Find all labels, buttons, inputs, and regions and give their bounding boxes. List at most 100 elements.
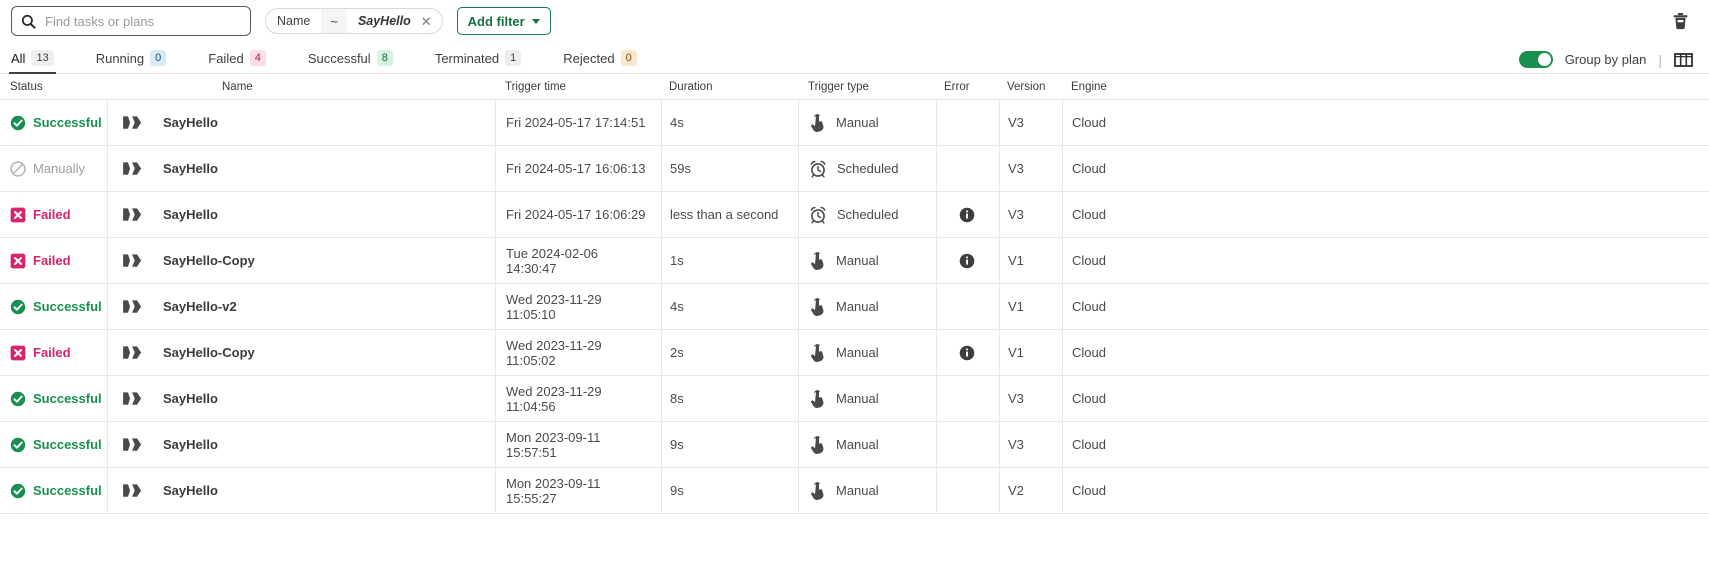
cell-trigger-type: Manual: [798, 376, 936, 421]
tab-successful[interactable]: Successful 8: [308, 50, 393, 73]
task-name-label[interactable]: SayHello: [163, 483, 218, 498]
hand-pointer-icon: [809, 251, 826, 270]
task-name-label[interactable]: SayHello-Copy: [163, 345, 255, 360]
table-row[interactable]: Successful SayHello-v2 Wed 2023-11-29 11:0…: [0, 284, 1709, 330]
search-icon: [21, 14, 36, 29]
add-filter-button[interactable]: Add filter: [456, 7, 551, 35]
trash-icon[interactable]: [1667, 8, 1693, 34]
task-name-label[interactable]: SayHello: [163, 161, 218, 176]
table-row[interactable]: Successful SayHello Mon 2023-09-11 15:55:2…: [0, 468, 1709, 514]
cell-trigger-type: Scheduled: [798, 192, 936, 237]
tab-count-badge: 13: [31, 50, 54, 66]
cell-trigger-time: Wed 2023-11-29 11:04:56: [495, 376, 661, 421]
table-row[interactable]: Manually SayHello Fri 2024-05-17 16:06:13 5…: [0, 146, 1709, 192]
column-header-trigger-time[interactable]: Trigger time: [495, 74, 661, 99]
trigger-type-label: Manual: [836, 437, 879, 452]
status-label: Successful: [33, 483, 102, 498]
table-row[interactable]: Successful SayHello Mon 2023-09-11 15:57:5…: [0, 422, 1709, 468]
column-header-name[interactable]: Name: [107, 74, 495, 99]
column-header-trigger-type[interactable]: Trigger type: [798, 74, 936, 99]
cell-trigger-time: Mon 2023-09-11 15:57:51: [495, 422, 661, 467]
tab-terminated[interactable]: Terminated 1: [435, 50, 522, 73]
cell-trigger-type: Manual: [798, 284, 936, 329]
tab-failed[interactable]: Failed 4: [208, 50, 266, 73]
group-by-plan-label: Group by plan: [1564, 52, 1647, 67]
task-icon: [123, 299, 142, 314]
cell-error[interactable]: [936, 238, 999, 283]
table-row[interactable]: Successful SayHello Wed 2023-11-29 11:04:5…: [0, 376, 1709, 422]
hand-pointer-icon: [809, 343, 826, 362]
task-name-label[interactable]: SayHello-v2: [163, 299, 237, 314]
info-circle-icon[interactable]: [959, 207, 975, 223]
cell-version: V1: [999, 238, 1062, 283]
task-icon: [123, 161, 142, 176]
column-header-duration[interactable]: Duration: [661, 74, 798, 99]
task-icon: [123, 345, 142, 360]
cell-error[interactable]: [936, 330, 999, 375]
tab-label: Rejected: [563, 50, 615, 66]
cell-name: SayHello-Copy: [107, 330, 495, 375]
cell-version: V3: [999, 192, 1062, 237]
view-controls: Group by plan |: [1518, 51, 1693, 73]
task-name-label[interactable]: SayHello: [163, 437, 218, 452]
search-box[interactable]: [11, 6, 251, 36]
cell-trigger-time: Fri 2024-05-17 17:14:51: [495, 100, 661, 145]
column-header-engine[interactable]: Engine: [1062, 74, 1709, 99]
trigger-type-label: Scheduled: [837, 161, 899, 176]
cell-version: V2: [999, 468, 1062, 513]
cell-version: V1: [999, 330, 1062, 375]
task-name-label[interactable]: SayHello: [163, 391, 218, 406]
group-by-plan-toggle[interactable]: [1518, 51, 1553, 68]
tab-running[interactable]: Running 0: [96, 50, 167, 73]
filter-chip-name[interactable]: Name ~ SayHello ✕: [265, 8, 443, 34]
task-name-label[interactable]: SayHello: [163, 115, 218, 130]
alarm-clock-icon: [809, 206, 827, 224]
table-row[interactable]: Successful SayHello Fri 2024-05-17 17:14:5…: [0, 100, 1709, 146]
cell-error[interactable]: [936, 192, 999, 237]
hand-pointer-icon: [809, 297, 826, 316]
column-header-status[interactable]: Status: [0, 74, 107, 99]
x-square-icon: [10, 345, 26, 361]
tab-count-badge: 0: [620, 50, 637, 66]
task-icon: [123, 483, 142, 498]
status-label: Successful: [33, 391, 102, 406]
hand-pointer-icon: [809, 389, 826, 408]
chevron-down-icon: [531, 18, 540, 24]
cell-name: SayHello: [107, 146, 495, 191]
close-icon[interactable]: ✕: [421, 15, 442, 28]
task-name-label[interactable]: SayHello: [163, 207, 218, 222]
status-tabs: All 13 Running 0 Failed 4 Successful 8 T…: [0, 42, 1709, 74]
cell-trigger-type: Scheduled: [798, 146, 936, 191]
cell-version: V3: [999, 376, 1062, 421]
tab-all[interactable]: All 13: [9, 50, 56, 74]
task-name-label[interactable]: SayHello-Copy: [163, 253, 255, 268]
trigger-type-label: Manual: [836, 299, 879, 314]
cell-status: Successful: [0, 376, 107, 421]
cell-trigger-time: Wed 2023-11-29 11:05:02: [495, 330, 661, 375]
info-circle-icon[interactable]: [959, 345, 975, 361]
search-input[interactable]: [43, 12, 241, 30]
cell-duration: 4s: [661, 284, 798, 329]
hand-pointer-icon: [809, 113, 826, 132]
hand-pointer-icon: [809, 435, 826, 454]
column-header-error[interactable]: Error: [936, 74, 999, 99]
table-row[interactable]: Failed SayHello Fri 2024-05-17 16:06:29 les…: [0, 192, 1709, 238]
columns-icon[interactable]: [1674, 52, 1693, 68]
cell-engine: Cloud: [1062, 146, 1709, 191]
cell-trigger-time: Fri 2024-05-17 16:06:29: [495, 192, 661, 237]
cell-duration: 8s: [661, 376, 798, 421]
cell-trigger-time: Mon 2023-09-11 15:55:27: [495, 468, 661, 513]
cell-status: Successful: [0, 284, 107, 329]
x-square-icon: [10, 207, 26, 223]
task-icon: [123, 253, 142, 268]
table-row[interactable]: Failed SayHello-Copy Wed 2023-11-29 11:05:…: [0, 330, 1709, 376]
column-header-version[interactable]: Version: [999, 74, 1062, 99]
tab-rejected[interactable]: Rejected 0: [563, 50, 637, 73]
divider: |: [1658, 51, 1662, 68]
cell-error: [936, 376, 999, 421]
hand-pointer-icon: [809, 481, 826, 500]
cell-name: SayHello-Copy: [107, 238, 495, 283]
cell-trigger-type: Manual: [798, 422, 936, 467]
table-row[interactable]: Failed SayHello-Copy Tue 2024-02-06 14:30:…: [0, 238, 1709, 284]
info-circle-icon[interactable]: [959, 253, 975, 269]
